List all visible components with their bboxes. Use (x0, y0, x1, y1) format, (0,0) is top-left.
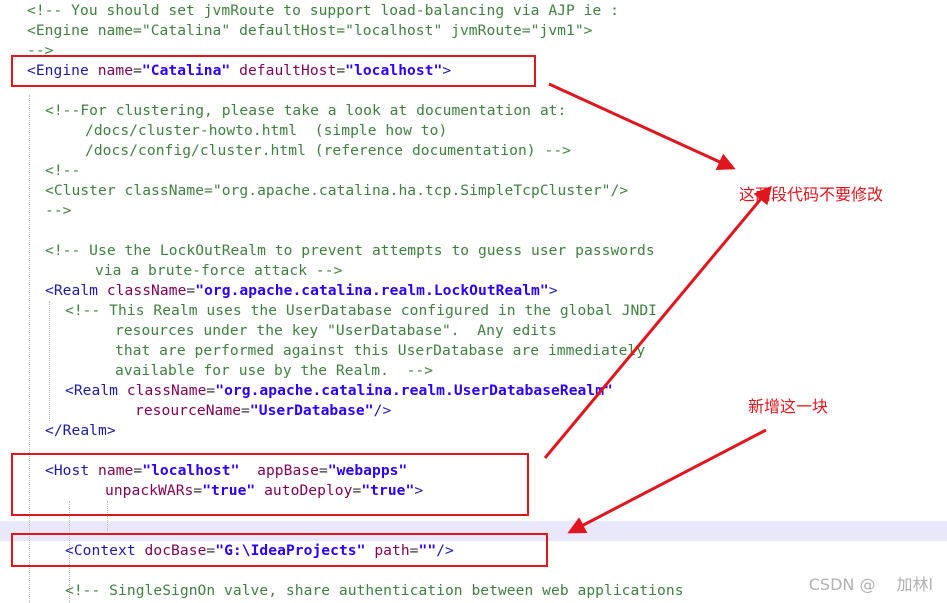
arrow-to-note (543, 185, 772, 459)
watermark: CSDN @ 加林l (808, 575, 933, 594)
arrow-to-context (567, 428, 767, 534)
add-block-annotation: 新增这一块 (748, 397, 829, 416)
arrow-to-note (548, 82, 736, 170)
annotation-arrows (543, 82, 772, 534)
no-modify-annotation: 这两段代码不要修改 (739, 185, 884, 204)
